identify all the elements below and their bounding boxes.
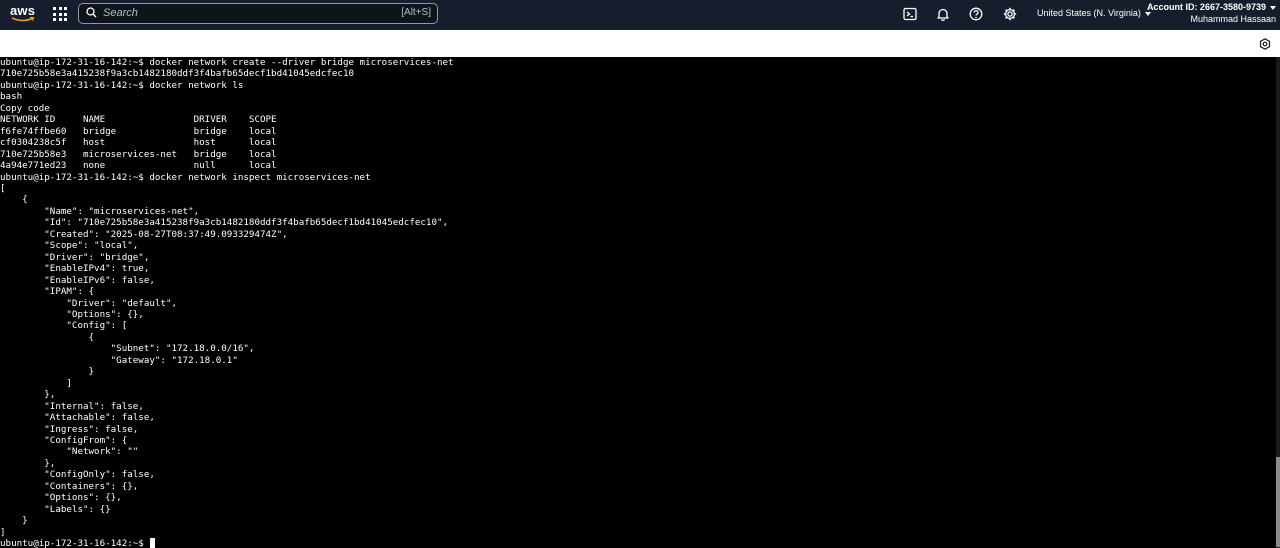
terminal-line: "Scope": "local",: [44, 240, 139, 252]
aws-logo-text: aws: [10, 3, 36, 18]
terminal-line: "Labels": {}: [44, 503, 111, 515]
terminal-line: ubuntu@ip-172-31-16-142:~$ docker networ…: [0, 171, 371, 183]
terminal-line: "Subnet": "172.18.0.0/16",: [110, 343, 255, 355]
terminal-line: },: [44, 457, 56, 469]
terminal-line: 710e725b58e3a415238f9a3cb1482180ddf3f4ba…: [0, 68, 355, 80]
search-box[interactable]: [Alt+S]: [78, 3, 438, 24]
terminal-line: "Options": {},: [44, 492, 122, 504]
aws-logo[interactable]: aws: [10, 3, 36, 25]
terminal-line: "Driver": "default",: [66, 297, 178, 309]
session-settings-icon[interactable]: [1259, 38, 1271, 50]
terminal-output: ubuntu@ip-172-31-16-142:~$ docker networ…: [0, 57, 454, 548]
terminal-line: {: [22, 194, 28, 206]
terminal-line: "ConfigFrom": {: [44, 434, 128, 446]
terminal-line: }: [88, 366, 95, 378]
terminal-line: "EnableIPv6": false,: [44, 274, 155, 286]
terminal-line: "Name": "microservices-net",: [44, 205, 200, 217]
scrollbar-thumb[interactable]: [1276, 457, 1280, 547]
terminal-line: "Attachable": false,: [44, 412, 155, 424]
terminal-line: bash: [0, 91, 23, 103]
terminal-line: "Internal": false,: [44, 400, 144, 412]
terminal-prompt: ubuntu@ip-172-31-16-142:~$: [0, 538, 150, 548]
region-selector[interactable]: United States (N. Virginia): [1037, 8, 1151, 18]
services-grid-icon[interactable]: [53, 7, 67, 21]
account-menu[interactable]: Account ID: 2667-3580-9739 Muhammad Hass…: [1147, 1, 1276, 25]
terminal-line: },: [44, 389, 56, 401]
terminal-line: ubuntu@ip-172-31-16-142:~$ docker networ…: [0, 79, 244, 91]
search-icon: [86, 7, 97, 18]
gear-icon[interactable]: [1003, 7, 1017, 21]
terminal-line: "Config": [: [66, 320, 128, 332]
terminal-line: "ConfigOnly": false,: [44, 469, 155, 481]
terminal-line: Copy code: [0, 102, 50, 114]
terminal-line: ubuntu@ip-172-31-16-142:~$ docker networ…: [0, 57, 454, 68]
terminal-line: "Created": "2025-08-27T08:37:49.09332947…: [44, 228, 288, 240]
terminal-line: }: [22, 515, 28, 527]
terminal-line: cf0304238c5f host host local: [0, 137, 277, 149]
bell-icon[interactable]: [936, 7, 950, 21]
aws-top-navigation: aws [Alt+S] United S: [0, 0, 1280, 30]
help-icon[interactable]: [969, 7, 983, 21]
terminal-line: "Options": {},: [66, 308, 144, 320]
terminal-line: "Ingress": false,: [44, 423, 139, 435]
terminal-scrollbar[interactable]: [1276, 57, 1280, 548]
session-toolbar: [0, 30, 1280, 57]
terminal-line: [: [0, 182, 6, 194]
terminal-history: ubuntu@ip-172-31-16-142:~$ docker networ…: [0, 57, 454, 538]
terminal-line: "Id": "710e725b58e3a415238f9a3cb1482180d…: [44, 217, 449, 229]
terminal-line: 710e725b58e3 microservices-net bridge lo…: [0, 148, 277, 160]
terminal-line: "Gateway": "172.18.0.1": [110, 354, 238, 366]
cloudshell-icon[interactable]: [903, 7, 917, 21]
terminal-line: ]: [0, 526, 6, 538]
terminal-line: f6fe74ffbe60 bridge bridge local: [0, 125, 277, 137]
terminal-line: "EnableIPv4": true,: [44, 263, 150, 275]
terminal-line: {: [88, 331, 95, 343]
search-input[interactable]: [103, 5, 383, 21]
terminal-line: "Network": "": [66, 446, 139, 458]
region-label: United States (N. Virginia): [1037, 8, 1141, 18]
search-shortcut: [Alt+S]: [401, 7, 431, 18]
terminal-line: "IPAM": {: [44, 286, 95, 298]
account-name: Muhammad Hassaan: [1190, 14, 1276, 24]
terminal-line: ]: [66, 377, 72, 389]
aws-smile-icon: [11, 17, 35, 22]
terminal-window[interactable]: ubuntu@ip-172-31-16-142:~$ docker networ…: [0, 57, 1280, 548]
account-caret-icon: [1270, 5, 1276, 10]
terminal-line: "Driver": "bridge",: [44, 251, 150, 263]
terminal-cursor[interactable]: [150, 538, 156, 548]
account-id: Account ID: 2667-3580-9739: [1146, 2, 1266, 12]
terminal-line: 4a94e771ed23 none null local: [0, 160, 277, 172]
terminal-line: NETWORK ID NAME DRIVER SCOPE: [0, 114, 277, 126]
terminal-line: "Containers": {},: [44, 480, 139, 492]
